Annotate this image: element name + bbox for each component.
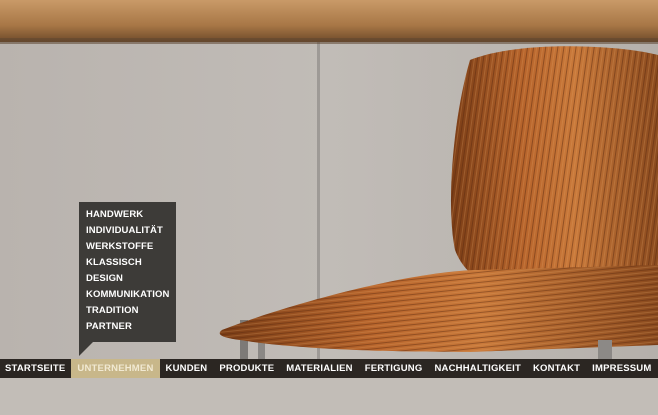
- submenu-item-design[interactable]: DESIGN: [86, 271, 176, 287]
- nav-item-nachhaltigkeit[interactable]: NACHHALTIGKEIT: [428, 359, 527, 378]
- nav-item-impressum[interactable]: IMPRESSUM: [586, 359, 657, 378]
- unternehmen-submenu: HANDWERK INDIVIDUALITÄT WERKSTOFFE KLASS…: [79, 202, 176, 356]
- submenu-item-partner[interactable]: PARTNER: [86, 319, 176, 335]
- submenu-item-handwerk[interactable]: HANDWERK: [86, 207, 176, 223]
- submenu-item-kommunikation[interactable]: KOMMUNIKATION: [86, 287, 176, 303]
- submenu-item-tradition[interactable]: TRADITION: [86, 303, 176, 319]
- submenu-item-klassisch[interactable]: KLASSISCH: [86, 255, 176, 271]
- nav-item-materialien[interactable]: MATERIALIEN: [280, 359, 358, 378]
- nav-item-fertigung[interactable]: FERTIGUNG: [359, 359, 429, 378]
- nav-item-kontakt[interactable]: KONTAKT: [527, 359, 586, 378]
- submenu-list: HANDWERK INDIVIDUALITÄT WERKSTOFFE KLASS…: [79, 202, 176, 335]
- submenu-pointer: [79, 342, 93, 356]
- nav-item-startseite[interactable]: STARTSEITE: [0, 359, 71, 378]
- nav-item-kunden[interactable]: KUNDEN: [160, 359, 214, 378]
- submenu-item-individualitaet[interactable]: INDIVIDUALITÄT: [86, 223, 176, 239]
- nav-item-produkte[interactable]: PRODUKTE: [213, 359, 280, 378]
- submenu-item-werkstoffe[interactable]: WERKSTOFFE: [86, 239, 176, 255]
- main-navigation: STARTSEITE UNTERNEHMEN KUNDEN PRODUKTE M…: [0, 359, 658, 378]
- footer-band: [0, 378, 658, 415]
- nav-item-unternehmen[interactable]: UNTERNEHMEN: [71, 359, 160, 378]
